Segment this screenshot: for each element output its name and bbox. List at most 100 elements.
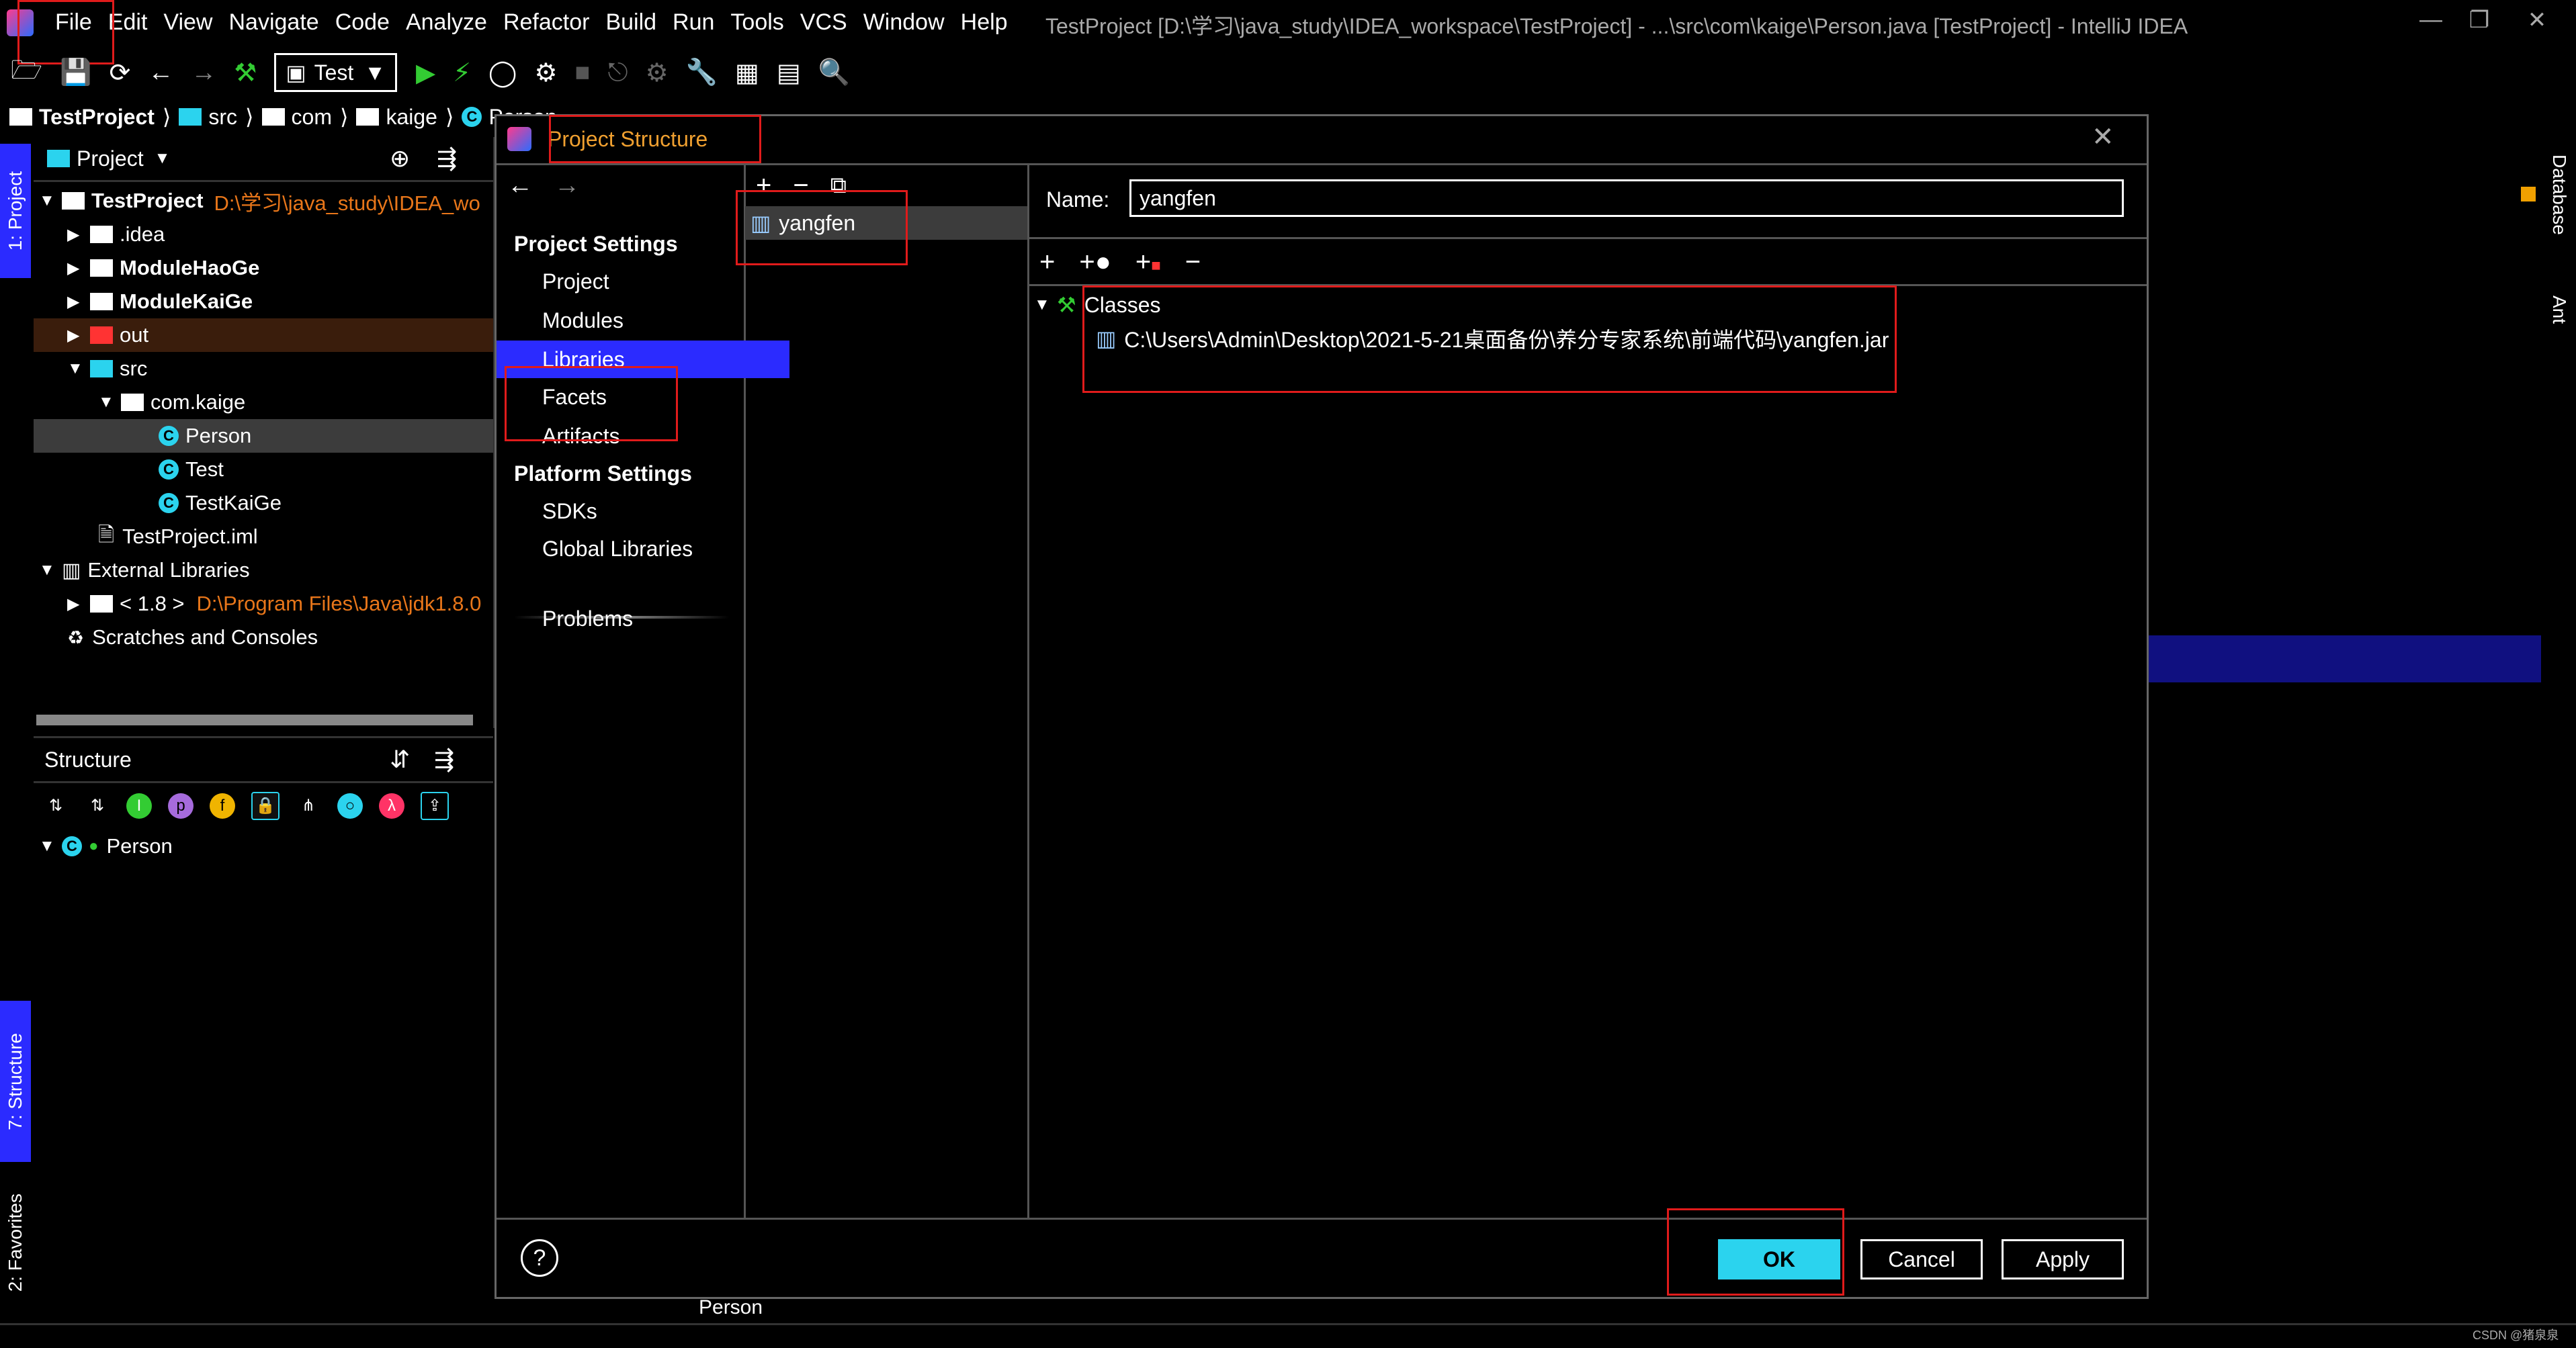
anonymous-icon[interactable]: ○ bbox=[337, 793, 363, 819]
device-icon[interactable]: ⚙ bbox=[646, 58, 669, 88]
build-hammer-icon[interactable]: ⚒ bbox=[234, 58, 257, 88]
collapse-all-icon[interactable]: ⇶ bbox=[434, 746, 454, 774]
menu-navigate[interactable]: Navigate bbox=[228, 9, 318, 36]
inherited-icon[interactable]: I bbox=[126, 793, 152, 819]
properties-icon[interactable]: p bbox=[168, 793, 194, 819]
menu-code[interactable]: Code bbox=[335, 9, 390, 36]
expand-arrow-icon[interactable]: ▼ bbox=[1034, 296, 1057, 314]
expand-arrow-icon[interactable]: ▼ bbox=[39, 837, 62, 856]
menu-window[interactable]: Window bbox=[863, 9, 945, 36]
apply-button[interactable]: Apply bbox=[2002, 1239, 2124, 1279]
locate-icon[interactable]: ⊕ bbox=[390, 144, 410, 173]
expand-all-icon[interactable]: ⇵ bbox=[390, 746, 410, 774]
menu-view[interactable]: View bbox=[163, 9, 212, 36]
project-panel-title[interactable]: Project bbox=[77, 146, 144, 171]
search-icon[interactable]: 🔍 bbox=[818, 58, 850, 87]
sync-icon[interactable]: ⟳ bbox=[109, 58, 130, 88]
project-structure-icon[interactable]: ▦ bbox=[735, 58, 759, 88]
tree-root[interactable]: ▼ TestProject D:\学习\java_study\IDEA_wo bbox=[39, 184, 480, 218]
lambda-icon[interactable]: λ bbox=[379, 793, 404, 819]
tab-ant[interactable]: Ant bbox=[2544, 296, 2575, 363]
tree-item-package[interactable]: ▼ com.kaige bbox=[98, 386, 245, 419]
dialog-close-icon[interactable]: ✕ bbox=[2092, 122, 2114, 152]
back-icon[interactable]: ← bbox=[148, 58, 173, 87]
menu-build[interactable]: Build bbox=[605, 9, 656, 36]
menu-analyze[interactable]: Analyze bbox=[406, 9, 487, 36]
tree-item-iml[interactable]: 🗎 TestProject.iml bbox=[98, 520, 258, 553]
tree-item-person[interactable]: C Person bbox=[34, 419, 493, 453]
expand-arrow-icon[interactable]: ▶ bbox=[67, 225, 90, 244]
cancel-button[interactable]: Cancel bbox=[1860, 1239, 1983, 1279]
settings-wrench-icon[interactable]: 🔧 bbox=[686, 58, 718, 87]
menu-bar: File Edit View Navigate Code Analyze Ref… bbox=[55, 9, 1024, 36]
expand-arrow-icon[interactable]: ▶ bbox=[67, 292, 90, 312]
menu-run[interactable]: Run bbox=[673, 9, 714, 36]
name-field[interactable] bbox=[1129, 179, 2124, 217]
attach-icon[interactable]: ⎋ bbox=[607, 58, 628, 87]
breadcrumb-com[interactable]: com bbox=[292, 105, 332, 130]
run-icon[interactable]: ▶ bbox=[416, 58, 435, 88]
expand-arrow-icon[interactable]: ▶ bbox=[67, 259, 90, 278]
expand-arrow-icon[interactable]: ▼ bbox=[67, 359, 90, 378]
expand-arrow-icon[interactable]: ▶ bbox=[67, 326, 90, 345]
tree-item-jdk[interactable]: ▶ < 1.8 > D:\Program Files\Java\jdk1.8.0 bbox=[67, 587, 481, 621]
excluded-folder-icon bbox=[90, 326, 113, 344]
tab-project[interactable]: 1: Project bbox=[0, 144, 31, 278]
tree-item-out[interactable]: ▶ out bbox=[34, 318, 493, 352]
profile-icon[interactable]: ⚙ bbox=[534, 58, 557, 88]
tree-item-testkaige[interactable]: C TestKaiGe bbox=[159, 486, 282, 520]
expand-arrow-icon[interactable]: ▼ bbox=[39, 191, 62, 210]
run-config-select[interactable]: ▣ Test ▼ bbox=[274, 53, 397, 92]
collapse-all-icon[interactable]: ⇶ bbox=[437, 144, 457, 173]
root-name: TestProject bbox=[91, 189, 204, 212]
breadcrumb-src[interactable]: src bbox=[208, 105, 237, 130]
debug-icon[interactable]: ⚡ bbox=[453, 58, 471, 88]
horizontal-scrollbar[interactable] bbox=[36, 715, 473, 725]
tree-item-scratches[interactable]: ♻ Scratches and Consoles bbox=[67, 621, 318, 654]
tab-favorites[interactable]: 2: Favorites bbox=[0, 1169, 31, 1316]
add-jar-icon[interactable]: +■ bbox=[1135, 247, 1161, 277]
chevron-down-icon[interactable]: ▼ bbox=[155, 149, 171, 168]
non-public-icon[interactable]: 🔒 bbox=[251, 792, 280, 820]
forward-icon[interactable]: → bbox=[554, 171, 580, 200]
open-folder-icon[interactable]: 🗁 bbox=[11, 51, 42, 95]
tree-item-modulehaoge[interactable]: ▶ ModuleHaoGe bbox=[67, 251, 259, 285]
sort-visibility-icon[interactable]: ⇅ bbox=[43, 793, 69, 819]
expand-arrow-icon[interactable]: ▼ bbox=[39, 561, 62, 580]
coverage-icon[interactable]: ◯ bbox=[488, 58, 517, 88]
breadcrumb-project[interactable]: TestProject bbox=[39, 105, 155, 130]
back-icon[interactable]: ← bbox=[507, 171, 533, 200]
autoscroll-icon[interactable]: ⇪ bbox=[421, 792, 449, 820]
save-icon[interactable]: 💾 bbox=[60, 58, 91, 87]
structure-root[interactable]: ▼ C ● Person bbox=[39, 829, 173, 863]
nav-history: ← → bbox=[507, 169, 580, 202]
breadcrumb-kaige[interactable]: kaige bbox=[386, 105, 437, 130]
add-url-icon[interactable]: +● bbox=[1079, 247, 1111, 277]
tree-item-external-libraries[interactable]: ▼ ▥ External Libraries bbox=[39, 553, 250, 587]
expand-arrow-icon[interactable]: ▼ bbox=[98, 393, 121, 412]
editor-tab-person[interactable]: Person bbox=[699, 1296, 763, 1319]
stop-icon[interactable]: ■ bbox=[575, 58, 591, 87]
help-button[interactable]: ? bbox=[521, 1239, 558, 1277]
menu-tools[interactable]: Tools bbox=[730, 9, 783, 36]
hierarchy-icon[interactable]: ⋔ bbox=[296, 793, 321, 819]
tree-item-test[interactable]: C Test bbox=[159, 453, 224, 486]
expand-arrow-icon[interactable]: ▶ bbox=[67, 594, 90, 614]
tree-item-modulekaige[interactable]: ▶ ModuleKaiGe bbox=[67, 285, 253, 318]
remove-icon[interactable]: − bbox=[1185, 247, 1201, 277]
terminal-icon[interactable]: ▤ bbox=[777, 58, 801, 88]
restore-button[interactable]: ❐ bbox=[2459, 7, 2499, 40]
tab-structure[interactable]: 7: Structure bbox=[0, 1001, 31, 1162]
menu-vcs[interactable]: VCS bbox=[800, 9, 847, 36]
forward-icon[interactable]: → bbox=[191, 58, 216, 87]
tab-database[interactable]: Database bbox=[2544, 154, 2575, 269]
tree-item-idea[interactable]: ▶ .idea bbox=[67, 218, 165, 251]
sort-alpha-icon[interactable]: ⇅ bbox=[85, 793, 110, 819]
tree-item-src[interactable]: ▼ src bbox=[67, 352, 147, 386]
fields-icon[interactable]: f bbox=[210, 793, 235, 819]
add-icon[interactable]: + bbox=[1039, 247, 1055, 277]
minimize-button[interactable]: — bbox=[2411, 7, 2451, 40]
menu-refactor[interactable]: Refactor bbox=[503, 9, 590, 36]
menu-help[interactable]: Help bbox=[961, 9, 1008, 36]
close-window-button[interactable]: ✕ bbox=[2517, 7, 2557, 40]
